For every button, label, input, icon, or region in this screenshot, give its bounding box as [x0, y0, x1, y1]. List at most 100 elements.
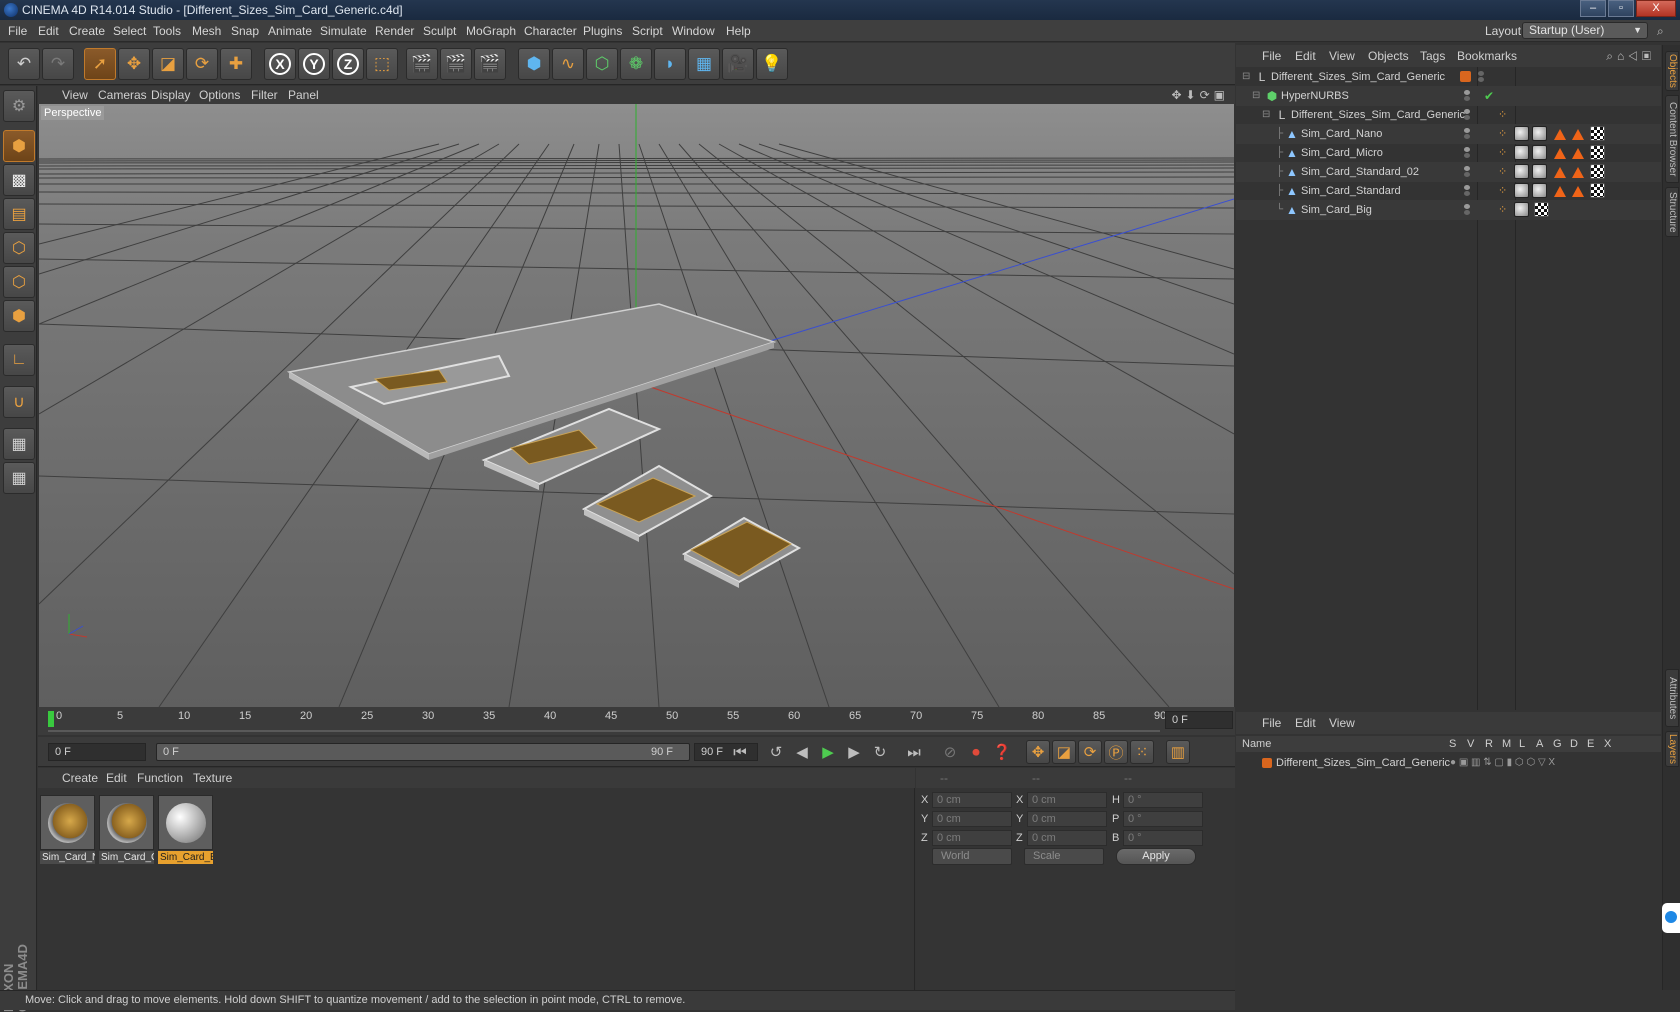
workplane-lock-button[interactable]: ▦ — [3, 428, 35, 460]
phong-tag-icon[interactable]: ⁘ — [1498, 143, 1513, 159]
menu-render[interactable]: Render — [375, 20, 414, 42]
phong-tag-icon[interactable]: ⁘ — [1498, 200, 1513, 216]
coordinate-space-select[interactable]: World — [932, 848, 1012, 865]
model-mode-button[interactable]: ⬢ — [3, 130, 35, 162]
material-swatch[interactable]: Sim_Card_C — [98, 794, 155, 865]
layers-menu-view[interactable]: View — [1329, 712, 1355, 734]
layers-menu-edit[interactable]: Edit — [1295, 712, 1316, 734]
collapse-icon[interactable]: ⊟ — [1262, 105, 1270, 125]
sim-card-nano[interactable] — [681, 516, 802, 588]
workplane-mode-button[interactable]: ▤ — [3, 198, 35, 230]
apply-button[interactable]: Apply — [1116, 848, 1196, 865]
key-position-button[interactable]: ✥ — [1026, 740, 1050, 764]
material-tag-icon[interactable] — [1532, 145, 1547, 160]
timeline-track[interactable]: 0 5 10 15 20 25 30 35 40 45 50 55 60 65 70 75 80 85 90 — [48, 709, 1166, 733]
timeline-window-button[interactable]: ▥ — [1166, 740, 1190, 764]
layer-col-generators[interactable]: G — [1553, 736, 1562, 752]
add-deformer-button[interactable]: ◗ — [654, 48, 686, 80]
tab-attributes[interactable]: Attributes — [1665, 669, 1679, 727]
visibility-dots[interactable] — [1464, 128, 1471, 140]
layer-flag-icons[interactable]: ● ▣ ▥ ⇅ ▢ ▮ ⬡ ⬡ ▽ X — [1450, 754, 1555, 772]
size-z-field[interactable]: 0 cm — [1027, 830, 1107, 846]
add-nurbs-button[interactable]: ⬡ — [586, 48, 618, 80]
layer-row[interactable]: Different_Sizes_Sim_Card_Generic ● ▣ ▥ ⇅… — [1236, 754, 1661, 772]
layer-col-render[interactable]: R — [1485, 736, 1493, 752]
layers-menu-file[interactable]: File — [1262, 712, 1281, 734]
go-to-start-button[interactable]: ⏮ — [728, 740, 752, 764]
key-scale-button[interactable]: ◪ — [1052, 740, 1076, 764]
objects-menu-view[interactable]: View — [1329, 45, 1355, 67]
layer-col-locked[interactable]: L — [1519, 736, 1525, 752]
scale-tool-button[interactable]: ◪ — [152, 48, 184, 80]
autokeying-button[interactable]: ⏺ — [964, 740, 988, 764]
visibility-dots[interactable] — [1464, 90, 1471, 102]
material-tag-icon[interactable] — [1514, 202, 1529, 217]
selection-tag-icon[interactable] — [1572, 186, 1584, 197]
visibility-dots[interactable] — [1464, 109, 1471, 121]
menu-mograph[interactable]: MoGraph — [466, 20, 516, 42]
menu-edit[interactable]: Edit — [38, 20, 59, 42]
enabled-check-icon[interactable]: ✔ — [1482, 89, 1496, 103]
layer-col-manager[interactable]: M — [1502, 736, 1511, 752]
key-parameter-button[interactable]: Ⓟ — [1104, 740, 1128, 764]
material-tag-icon[interactable] — [1532, 126, 1547, 141]
object-row[interactable]: ⊟ L Different_Sizes_Sim_Card_Generic — [1236, 67, 1661, 87]
tab-structure[interactable]: Structure — [1665, 187, 1679, 237]
selection-tag-icon[interactable] — [1572, 129, 1584, 140]
axis-mode-button[interactable]: ∟ — [3, 344, 35, 376]
texture-mode-button[interactable]: ▩ — [3, 164, 35, 196]
layer-color-swatch[interactable] — [1262, 758, 1272, 768]
add-array-button[interactable]: ❁ — [620, 48, 652, 80]
sim-card-micro[interactable] — [581, 464, 714, 542]
viewport-menu-cameras[interactable]: Cameras — [98, 86, 147, 104]
menu-animate[interactable]: Animate — [268, 20, 312, 42]
size-mode-select[interactable]: Scale — [1024, 848, 1104, 865]
phong-tag-icon[interactable]: ⁘ — [1498, 105, 1513, 121]
viewport-nav-icons[interactable]: ✥⬇⟳▣ — [1171, 86, 1229, 104]
menu-file[interactable]: File — [8, 20, 27, 42]
preview-range-slider[interactable]: 0 F 90 F — [156, 743, 690, 761]
add-camera-button[interactable]: 🎥 — [722, 48, 754, 80]
next-frame-button[interactable]: ▶ — [842, 740, 866, 764]
undo-button[interactable]: ↶ — [8, 48, 40, 80]
visibility-dots[interactable] — [1464, 147, 1471, 159]
selection-tag-icon[interactable] — [1572, 148, 1584, 159]
menu-select[interactable]: Select — [113, 20, 146, 42]
object-row[interactable]: ├ ▲ Sim_Card_Nano ⁘ — [1236, 124, 1661, 144]
objects-menu-tags[interactable]: Tags — [1420, 45, 1445, 67]
menu-mesh[interactable]: Mesh — [192, 20, 221, 42]
viewport-menu-filter[interactable]: Filter — [251, 86, 278, 104]
material-menu-edit[interactable]: Edit — [106, 768, 127, 788]
layer-col-visible[interactable]: V — [1467, 736, 1474, 752]
live-selection-button[interactable]: ➚ — [84, 48, 116, 80]
layer-col-animation[interactable]: A — [1536, 736, 1543, 752]
object-row[interactable]: ⊟ ⬢ HyperNURBS ✔ — [1236, 86, 1661, 106]
object-row[interactable]: ├ ▲ Sim_Card_Standard_02 ⁘ — [1236, 162, 1661, 182]
size-y-field[interactable]: 0 cm — [1027, 811, 1107, 827]
menu-help[interactable]: Help — [726, 20, 751, 42]
previous-key-button[interactable]: ↺ — [764, 740, 788, 764]
position-x-field[interactable]: 0 cm — [932, 792, 1012, 808]
render-settings-button[interactable]: 🎬 — [474, 48, 506, 80]
workplane-rotate-button[interactable]: ▦ — [3, 462, 35, 494]
menu-tools[interactable]: Tools — [153, 20, 181, 42]
sim-card-big[interactable] — [286, 303, 777, 460]
viewport-menu-options[interactable]: Options — [199, 86, 240, 104]
viewport-menu-display[interactable]: Display — [151, 86, 190, 104]
x-axis-lock-button[interactable]: X — [264, 48, 296, 80]
viewport-menu-panel[interactable]: Panel — [288, 86, 319, 104]
objects-menu-objects[interactable]: Objects — [1368, 45, 1409, 67]
material-tag-icon[interactable] — [1514, 145, 1529, 160]
position-y-field[interactable]: 0 cm — [932, 811, 1012, 827]
menu-create[interactable]: Create — [69, 20, 105, 42]
selection-tag-icon[interactable] — [1554, 186, 1566, 197]
layout-select[interactable]: Startup (User) ▼ — [1522, 22, 1648, 39]
object-row[interactable]: └ ▲ Sim_Card_Big ⁘ — [1236, 200, 1661, 220]
uvw-tag-icon[interactable] — [1534, 202, 1549, 217]
key-rotation-button[interactable]: ⟳ — [1078, 740, 1102, 764]
object-row[interactable]: ⊟ L Different_Sizes_Sim_Card_Generic ⁘ — [1236, 105, 1661, 125]
coordinate-system-button[interactable]: ⬚ — [366, 48, 398, 80]
rotation-h-field[interactable]: 0 ° — [1123, 792, 1203, 808]
menu-sculpt[interactable]: Sculpt — [423, 20, 456, 42]
tab-objects[interactable]: Objects — [1665, 51, 1679, 91]
